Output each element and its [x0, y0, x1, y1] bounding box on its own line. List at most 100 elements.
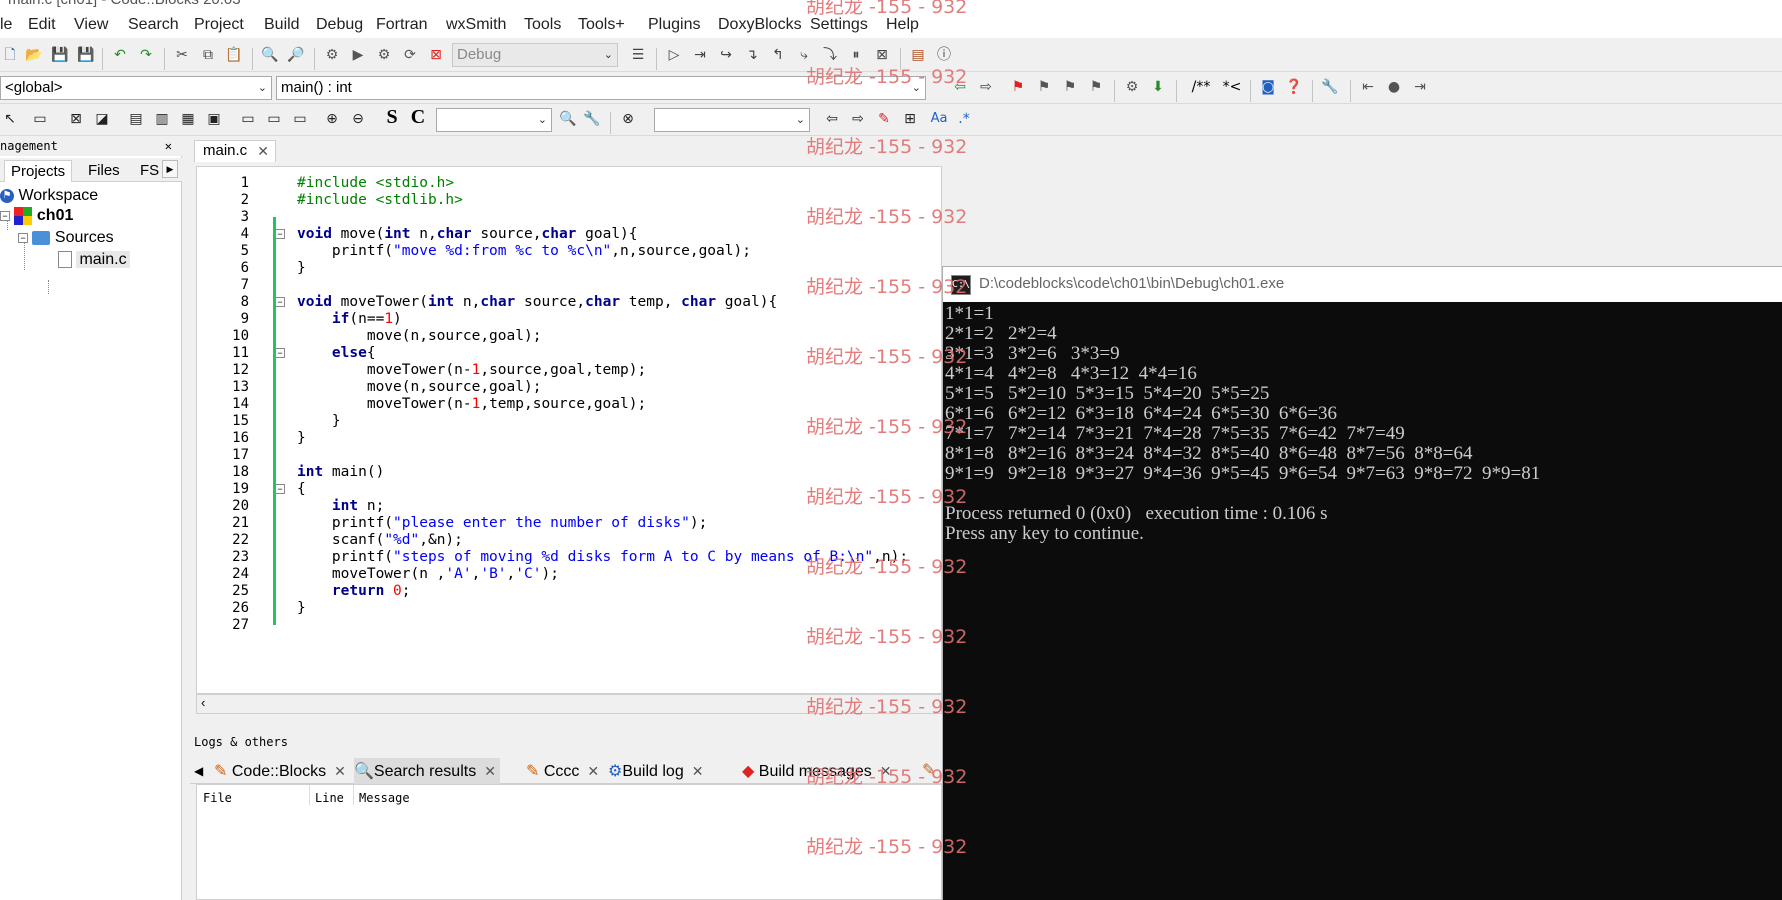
- code-line[interactable]: return 0;: [297, 583, 411, 600]
- code-line[interactable]: scanf("%d",&n);: [297, 532, 463, 549]
- build-target-select[interactable]: Debug ⌄: [452, 43, 618, 67]
- redo-icon[interactable]: ↷: [136, 45, 156, 65]
- tab-codeblocks[interactable]: ✎ Code::Blocks ✕: [214, 758, 346, 784]
- bookmark-toggle-icon[interactable]: ⚑: [1008, 77, 1028, 97]
- menu-fortran[interactable]: Fortran: [376, 16, 428, 34]
- tab-fs[interactable]: FS: [134, 160, 165, 182]
- menu-view[interactable]: View: [74, 16, 108, 34]
- zoom-out-icon[interactable]: ⊖: [348, 109, 368, 129]
- fold-toggle-icon[interactable]: −: [275, 297, 285, 307]
- tree-file-main-c[interactable]: main.c: [58, 250, 130, 270]
- code-line[interactable]: int main(): [297, 464, 384, 481]
- menu-search[interactable]: Search: [128, 16, 179, 34]
- code-line[interactable]: }: [297, 413, 341, 430]
- search-icon[interactable]: 🔍: [558, 109, 578, 129]
- search-text-select[interactable]: ⌄: [436, 108, 552, 132]
- code-line[interactable]: moveTower(n-1,temp,source,goal);: [297, 396, 646, 413]
- cut-icon[interactable]: ✂: [172, 45, 192, 65]
- code-line[interactable]: move(n,source,goal);: [297, 379, 542, 396]
- run-to-cursor-icon[interactable]: ⇥: [690, 45, 710, 65]
- code-line[interactable]: #include <stdlib.h>: [297, 192, 463, 209]
- build-gear-icon[interactable]: ⚙: [322, 45, 342, 65]
- close-icon[interactable]: ✕: [334, 763, 346, 779]
- code-line[interactable]: {: [297, 481, 306, 498]
- find-icon[interactable]: 🔍: [260, 45, 280, 65]
- fold-toggle-icon[interactable]: −: [275, 229, 285, 239]
- menu-tools-plus[interactable]: Tools+: [578, 16, 625, 34]
- wrench-icon[interactable]: 🔧: [1320, 77, 1340, 97]
- paste-icon[interactable]: 📋: [224, 45, 244, 65]
- debug-start-icon[interactable]: ▷: [664, 45, 684, 65]
- replace-icon[interactable]: 🔎: [286, 45, 306, 65]
- menu-debug[interactable]: Debug: [316, 16, 363, 34]
- column-header-message[interactable]: Message: [359, 791, 410, 805]
- editor-tab-main-c[interactable]: main.c ✕: [194, 140, 276, 162]
- selection-only-icon[interactable]: ⊞: [900, 109, 920, 129]
- menu-file[interactable]: le: [0, 16, 12, 34]
- search-next-icon[interactable]: ⇨: [848, 109, 868, 129]
- code-line[interactable]: move(n,source,goal);: [297, 328, 542, 345]
- console-title-bar[interactable]: C:\ D:\codeblocks\code\ch01\bin\Debug\ch…: [942, 266, 1782, 302]
- zoom-in-icon[interactable]: ⊕: [322, 109, 342, 129]
- step-out-icon[interactable]: ↰: [768, 45, 788, 65]
- tree-workspace[interactable]: ⚑ Workspace: [0, 186, 98, 206]
- new-file-icon[interactable]: 🗋: [0, 45, 20, 65]
- search-prev-icon[interactable]: ⇦: [822, 109, 842, 129]
- nassi-s-icon[interactable]: S: [382, 107, 402, 127]
- code-line[interactable]: }: [297, 600, 306, 617]
- tabs-scroll-left-icon[interactable]: ◀: [194, 758, 203, 784]
- tabs-scroll-right-icon[interactable]: ▶: [162, 160, 178, 178]
- tree-project-ch01[interactable]: − ch01: [0, 206, 73, 226]
- last-icon[interactable]: ⇥: [1410, 77, 1430, 97]
- nassi-icon-7[interactable]: ▭: [238, 109, 258, 129]
- search-options-icon[interactable]: 🔧: [582, 109, 602, 129]
- nassi-icon-8[interactable]: ▭: [264, 109, 284, 129]
- close-icon[interactable]: ✕: [692, 763, 704, 779]
- code-line[interactable]: if(n==1): [297, 311, 402, 328]
- doxy-block-comment-button[interactable]: /**: [1186, 77, 1216, 97]
- code-line[interactable]: }: [297, 260, 306, 277]
- nassi-icon-4[interactable]: ▥: [152, 109, 172, 129]
- abort-icon[interactable]: ⊠: [426, 45, 446, 65]
- scroll-left-icon[interactable]: ‹: [201, 695, 205, 710]
- jump-forward-icon[interactable]: ⇨: [976, 77, 996, 97]
- close-icon[interactable]: ✕: [484, 763, 496, 779]
- replace-text-select[interactable]: ⌄: [654, 108, 810, 132]
- doxy-extract-icon[interactable]: ⬇: [1148, 77, 1168, 97]
- nassi-icon-5[interactable]: ▦: [178, 109, 198, 129]
- column-header-file[interactable]: File: [203, 791, 232, 805]
- nassi-c-icon[interactable]: C: [408, 107, 428, 127]
- doxy-wizard-icon[interactable]: ⚙: [1122, 77, 1142, 97]
- menu-doxyblocks[interactable]: DoxyBlocks: [718, 16, 802, 34]
- tab-build-log[interactable]: ⚙Build log ✕: [608, 758, 703, 784]
- menu-project[interactable]: Project: [194, 16, 244, 34]
- build-run-icon[interactable]: ⚙: [374, 45, 394, 65]
- code-line[interactable]: else{: [297, 345, 376, 362]
- nassi-icon-9[interactable]: ▭: [290, 109, 310, 129]
- menu-edit[interactable]: Edit: [28, 16, 56, 34]
- collapse-icon[interactable]: −: [0, 210, 10, 221]
- tab-search-results[interactable]: 🔍Search results ✕: [354, 758, 500, 784]
- step-into-icon[interactable]: ↴: [742, 45, 762, 65]
- menu-wxsmith[interactable]: wxSmith: [446, 16, 506, 34]
- code-line[interactable]: printf("move %d:from %c to %c\n",n,sourc…: [297, 243, 751, 260]
- bookmark-clear-icon[interactable]: ⚑: [1086, 77, 1106, 97]
- first-icon[interactable]: ⇤: [1358, 77, 1378, 97]
- nassi-icon-1[interactable]: ⊠: [66, 109, 86, 129]
- doxy-html-icon[interactable]: ◙: [1258, 77, 1278, 97]
- copy-icon[interactable]: ⧉: [198, 45, 218, 65]
- nassi-icon-2[interactable]: ◪: [92, 109, 112, 129]
- code-line[interactable]: int n;: [297, 498, 384, 515]
- build-options-icon[interactable]: ☰: [628, 45, 648, 65]
- bookmark-next-icon[interactable]: ⚑: [1060, 77, 1080, 97]
- tab-files[interactable]: Files: [82, 160, 126, 182]
- clear-search-icon[interactable]: ⊗: [618, 109, 638, 129]
- code-line[interactable]: #include <stdio.h>: [297, 175, 454, 192]
- close-icon[interactable]: ✕: [165, 136, 172, 156]
- tab-projects[interactable]: Projects: [4, 160, 73, 182]
- open-icon[interactable]: 📂: [24, 45, 44, 65]
- nassi-icon-6[interactable]: ▣: [204, 109, 224, 129]
- code-line[interactable]: moveTower(n-1,source,goal,temp);: [297, 362, 646, 379]
- bookmark-prev-icon[interactable]: ⚑: [1034, 77, 1054, 97]
- menu-plugins[interactable]: Plugins: [648, 16, 700, 34]
